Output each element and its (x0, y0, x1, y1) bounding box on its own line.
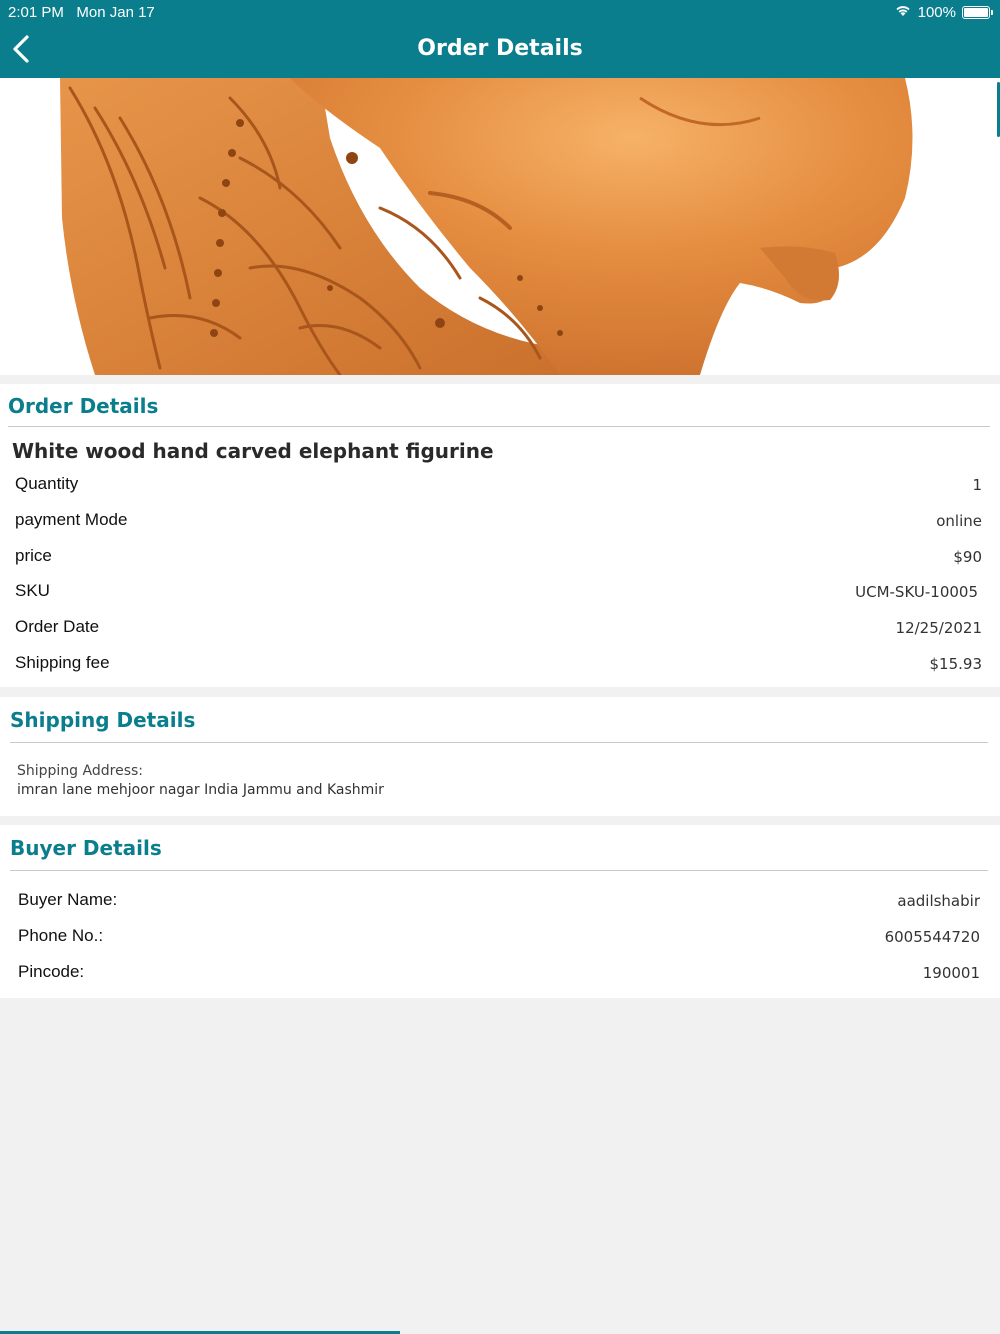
page-title: Order Details (417, 36, 583, 61)
buyer-name-value: aadilshabir (897, 892, 980, 910)
battery-icon (962, 5, 993, 19)
navigation-bar: 2:01 PM Mon Jan 17 100% Order Details (0, 0, 1000, 78)
order-date-value: 12/25/2021 (895, 619, 982, 637)
status-time-text: 2:01 PM (8, 4, 64, 21)
price-value: $90 (953, 548, 982, 566)
status-time: 2:01 PM Mon Jan 17 (8, 4, 155, 21)
order-date-label: Order Date (15, 617, 100, 636)
pincode-value: 190001 (922, 964, 980, 982)
divider (10, 870, 988, 871)
order-details-card: Order Details White wood hand carved ele… (0, 384, 1000, 687)
product-name: White wood hand carved elephant figurine (12, 439, 494, 463)
order-details-heading: Order Details (8, 394, 159, 418)
sku-label: SKU (15, 581, 50, 600)
shipping-address-value: imran lane mehjoor nagar India Jammu and… (17, 782, 384, 798)
quantity-label: Quantity (15, 474, 79, 493)
payment-mode-value: online (936, 512, 982, 530)
phone-label: Phone No.: (18, 926, 104, 945)
buyer-details-card: Buyer Details Buyer Name: aadilshabir Ph… (0, 825, 1000, 998)
shipping-address-label: Shipping Address: (17, 763, 143, 779)
shipping-details-card: Shipping Details Shipping Address: imran… (0, 697, 1000, 816)
buyer-details-heading: Buyer Details (10, 836, 162, 860)
status-date-text: Mon Jan 17 (76, 4, 155, 21)
product-image (0, 78, 1000, 375)
quantity-value: 1 (972, 476, 982, 494)
shipping-fee-value: $15.93 (929, 655, 983, 673)
pincode-label: Pincode: (18, 962, 85, 981)
divider (10, 742, 988, 743)
sku-value: UCM-SKU-10005 (855, 583, 978, 601)
wifi-icon (894, 3, 912, 21)
shipping-fee-label: Shipping fee (15, 653, 110, 672)
price-label: price (15, 546, 52, 565)
status-indicators: 100% (894, 3, 993, 21)
payment-mode-label: payment Mode (15, 510, 128, 529)
divider (8, 426, 990, 427)
battery-percent: 100% (917, 3, 956, 21)
buyer-name-label: Buyer Name: (18, 890, 118, 909)
shipping-details-heading: Shipping Details (10, 708, 196, 732)
phone-value: 6005544720 (884, 928, 980, 946)
